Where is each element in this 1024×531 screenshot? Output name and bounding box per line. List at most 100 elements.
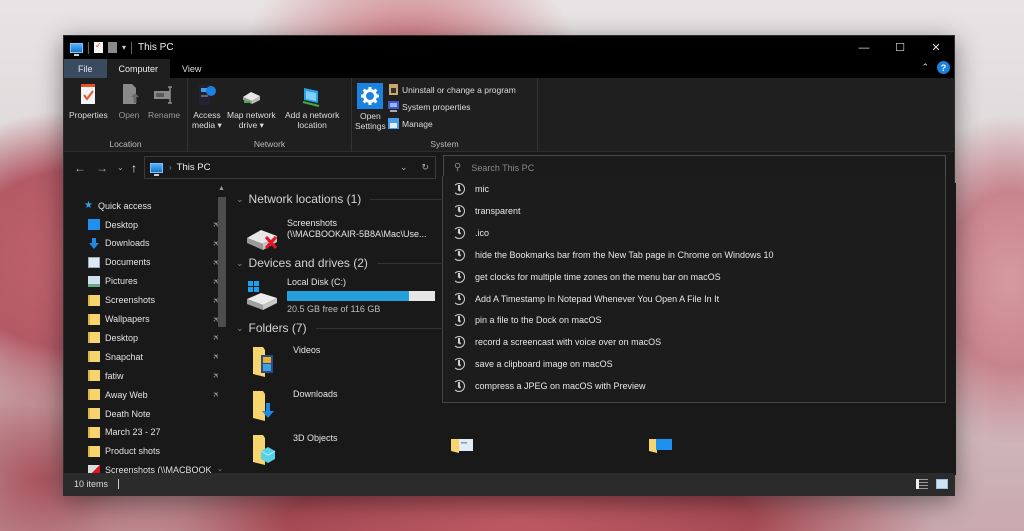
new-folder-quick-icon[interactable] xyxy=(108,42,117,53)
folder-name: Downloads xyxy=(293,389,338,399)
section-folders[interactable]: ⌄ Folders (7) xyxy=(236,320,441,336)
sidebar-item[interactable]: Documents ✈ xyxy=(88,253,228,272)
item-count: 10 items xyxy=(74,479,109,489)
folder-item-videos[interactable]: Videos xyxy=(251,345,320,379)
status-bar: 10 items xyxy=(64,473,954,495)
history-icon xyxy=(453,248,465,261)
sidebar-item[interactable]: Wallpapers ✈ xyxy=(88,310,228,329)
search-icon: ⚲ xyxy=(454,162,462,173)
suggestion-text: .ico xyxy=(475,227,490,238)
search-suggestion[interactable]: save a clipboard image on macOS xyxy=(443,353,945,375)
sidebar-item[interactable]: Desktop ✈ xyxy=(88,328,228,347)
sidebar-item[interactable]: Downloads ✈ xyxy=(88,234,228,253)
sidebar-item-label: Desktop xyxy=(105,219,139,230)
forward-button[interactable]: → xyxy=(96,161,108,175)
network-location-item[interactable]: Screenshots (\\MACBOOKAIR-5B8A\Mac\Use..… xyxy=(245,218,427,252)
sidebar-item[interactable]: Away Web ✈ xyxy=(88,385,228,404)
properties-quick-icon[interactable] xyxy=(94,41,103,53)
sidebar-item[interactable]: Death Note xyxy=(88,404,228,423)
search-suggestion[interactable]: mic xyxy=(443,178,945,200)
search-suggestion[interactable]: transparent xyxy=(443,200,945,222)
folder-item-downloads[interactable]: Downloads xyxy=(251,389,338,423)
drive-item[interactable]: Local Disk (C:) 20.5 GB free of 116 GB xyxy=(245,277,435,315)
ribbon-group-label: Location xyxy=(109,139,142,149)
sidebar-item-label: Product shots xyxy=(105,446,161,457)
sidebar-scrollbar[interactable]: ▲ ⌄ xyxy=(217,185,227,473)
minimize-button[interactable]: — xyxy=(846,36,882,59)
customize-quick-access-toolbar-icon[interactable]: ▾ xyxy=(122,43,126,52)
details-view-icon[interactable] xyxy=(916,479,928,489)
breadcrumb-chevron-icon[interactable]: › xyxy=(169,163,172,172)
sidebar-item-label: Death Note xyxy=(105,408,151,419)
search-suggestion[interactable]: Add A Timestamp In Notepad Whenever You … xyxy=(443,288,945,310)
address-dropdown-icon[interactable]: ⌄ xyxy=(400,162,408,173)
folder-icon xyxy=(88,332,100,344)
section-devices-and-drives[interactable]: ⌄ Devices and drives (2) xyxy=(236,255,441,271)
open-button[interactable]: Open xyxy=(118,83,140,120)
sidebar-item[interactable]: Snapchat ✈ xyxy=(88,347,228,366)
help-icon[interactable]: ? xyxy=(937,61,950,74)
recent-locations-button[interactable]: ⌄ xyxy=(117,163,124,172)
tab-computer[interactable]: Computer xyxy=(106,59,171,78)
sidebar-item[interactable]: March 23 - 27 xyxy=(88,423,228,442)
up-button[interactable]: ↑ xyxy=(131,161,137,175)
large-icons-view-icon[interactable] xyxy=(936,479,948,489)
suggestion-text: transparent xyxy=(475,205,521,216)
address-bar[interactable]: › This PC ⌄ ↻ xyxy=(144,156,436,179)
uninstall-program-button[interactable]: Uninstall or change a program xyxy=(388,84,516,95)
sidebar-item[interactable]: fatiw ✈ xyxy=(88,366,228,385)
search-suggestion[interactable]: get clocks for multiple time zones on th… xyxy=(443,266,945,288)
settings-gear-icon xyxy=(357,83,384,109)
refresh-button[interactable]: ↻ xyxy=(421,162,429,173)
sidebar-item-label: Snapchat xyxy=(105,351,144,362)
downloads-folder-icon xyxy=(251,389,287,423)
add-network-location-button[interactable]: Add a network location xyxy=(285,83,339,130)
sidebar-item[interactable]: Product shots xyxy=(88,442,228,461)
search-suggestion[interactable]: record a screencast with voice over on m… xyxy=(443,331,945,353)
folder-icon xyxy=(88,389,100,401)
collapse-ribbon-icon[interactable]: ⌃ xyxy=(921,62,929,73)
search-suggestion[interactable]: hide the Bookmarks bar from the New Tab … xyxy=(443,244,945,266)
tab-view[interactable]: View xyxy=(170,59,213,78)
this-pc-icon xyxy=(150,162,163,176)
search-suggestion[interactable]: pin a file to the Dock on macOS xyxy=(443,309,945,331)
scroll-up-icon[interactable]: ▲ xyxy=(218,185,225,192)
history-icon xyxy=(453,314,465,327)
properties-button[interactable]: Properties xyxy=(69,83,108,120)
suggestion-text: hide the Bookmarks bar from the New Tab … xyxy=(475,249,774,260)
tab-file[interactable]: File xyxy=(64,59,107,78)
scroll-down-icon[interactable]: ⌄ xyxy=(217,465,223,473)
search-suggestion[interactable]: .ico xyxy=(443,222,945,244)
back-button[interactable]: ← xyxy=(74,161,86,175)
breadcrumb-this-pc[interactable]: This PC xyxy=(177,162,211,173)
scrollbar-thumb[interactable] xyxy=(218,197,226,327)
sidebar-item-quick-access[interactable]: ★ Quick access xyxy=(84,196,224,215)
access-media-button[interactable]: Access media ▾ xyxy=(192,83,222,130)
ribbon-group-network: Access media ▾ Map network drive ▾ Add a… xyxy=(188,78,352,152)
this-pc-icon[interactable] xyxy=(70,42,83,56)
pictures-folder-icon[interactable] xyxy=(451,439,479,455)
manage-button[interactable]: Manage xyxy=(388,118,433,129)
sidebar-item[interactable]: Pictures ✈ xyxy=(88,272,228,291)
suggestion-text: pin a file to the Dock on macOS xyxy=(475,315,602,326)
close-button[interactable]: ✕ xyxy=(918,36,954,59)
sidebar-item[interactable]: Desktop ✈ xyxy=(88,215,228,234)
search-input[interactable] xyxy=(471,162,872,173)
search-suggestions-dropdown: mic transparent .ico hide the Bookmarks bar… xyxy=(442,176,946,403)
folder-icon xyxy=(88,294,100,306)
sidebar-item[interactable]: Screenshots ✈ xyxy=(88,291,228,310)
rename-button[interactable]: Rename xyxy=(148,83,180,120)
search-suggestion[interactable]: compress a JPEG on macOS with Preview xyxy=(443,375,945,397)
desktop-folder-icon[interactable] xyxy=(649,439,677,455)
divider xyxy=(315,327,441,329)
folder-item-3d-objects[interactable]: 3D Objects xyxy=(251,433,338,467)
map-network-drive-button[interactable]: Map network drive ▾ xyxy=(227,83,276,130)
star-icon: ★ xyxy=(84,200,93,211)
maximize-button[interactable]: ☐ xyxy=(882,36,918,59)
open-settings-button[interactable]: Open Settings xyxy=(355,83,386,131)
section-network-locations[interactable]: ⌄ Network locations (1) xyxy=(236,191,441,207)
ribbon: Properties Open Rename Location Access m… xyxy=(64,78,954,152)
system-properties-button[interactable]: System properties xyxy=(388,101,471,112)
folder-icon xyxy=(88,351,100,363)
documents-icon xyxy=(88,256,100,268)
